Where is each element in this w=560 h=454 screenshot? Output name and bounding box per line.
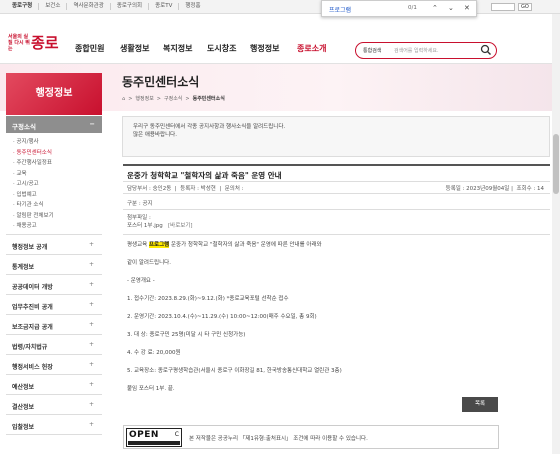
site-search: 통합검색 검색어를 입력하세요. [355,42,497,59]
post-title: 운중가 청학학교 "철학자의 삶과 죽음" 운영 안내 [123,166,550,182]
language-go-button[interactable]: GO [518,3,532,11]
post-attachments: 첨부파일 : 포스터 1부.jpg [바로보기] [123,210,550,235]
expand-icon: + [88,380,94,388]
license-text: 본 저작물은 공공누리 「제1유형:출처표시」 조건에 따라 이용할 수 있습니… [189,436,368,442]
sidebar-nav: 구정소식 − · 공지/행사 · 동주민센터소식 · 주간행사일정표 · 교육 … [6,116,102,435]
utility-link[interactable]: 종로구의회 [111,3,150,10]
site-logo[interactable]: 서울의 실질 다시 뛰는 종로 [8,32,59,53]
breadcrumb-item[interactable]: 구정소식 [164,95,182,102]
sidebar-item[interactable]: 통계정보 + [6,255,102,275]
sidebar-item[interactable]: 법령/자치법규 + [6,335,102,355]
site-header: 서울의 실질 다시 뛰는 종로 종합민원 생활정보 복지정보 도시창조 행정정보… [0,14,560,64]
search-input[interactable]: 검색어를 입력하세요. [394,47,439,54]
submenu-item[interactable]: · 타기관 소식 [13,200,102,211]
nav-item[interactable]: 도시창조 [207,43,250,54]
post-department: 숭인2동 [152,186,172,192]
post-writer: 박성현 [200,186,216,192]
submenu-item[interactable]: · 공지/행사 [13,137,102,148]
find-in-page-bar: 프로그램 0/1 ⌃ ⌄ ✕ [321,0,477,17]
expand-icon: + [88,400,94,408]
expand-icon: + [88,360,94,368]
utility-link[interactable]: 종로구청 [6,3,40,10]
nav-item[interactable]: 종로소개 [297,43,326,54]
post-meta: 담당부서 : 숭인2동 | 등록자 : 박성현 | 문의처 : 등록일 : 20… [123,182,550,194]
nav-item[interactable]: 행정정보 [250,43,297,54]
submenu-item[interactable]: · 알림판 전체보기 [13,211,102,222]
attachment-link[interactable]: 포스터 1부.jpg [127,223,163,229]
scrollbar-thumb[interactable] [553,134,559,194]
find-count: 0/1 [408,5,417,11]
search-icon[interactable] [480,44,492,56]
find-prev-icon[interactable]: ⌃ [432,4,438,12]
post-category: 구분 : 공지 [123,194,550,210]
sidebar-item[interactable]: 예산정보 + [6,375,102,395]
sidebar-title: 행정정보 [6,73,102,115]
expand-icon: + [88,260,94,268]
sidebar-submenu: · 공지/행사 · 동주민센터소식 · 주간행사일정표 · 교육 · 고시/공고… [6,133,102,235]
post-date: 2023년09월04일 [466,186,510,192]
nav-item[interactable]: 생활정보 [120,43,163,54]
home-icon[interactable]: ⌂ [122,96,125,102]
expand-icon: + [88,340,94,348]
find-query[interactable]: 프로그램 [329,5,351,14]
sidebar-item[interactable]: 입찰정보 + [6,415,102,435]
language-dropdown[interactable] [491,3,515,11]
logo-slogan: 서울의 실질 다시 뛰는 [8,33,30,52]
search-category[interactable]: 통합검색 [363,47,381,54]
sidebar-section-header[interactable]: 구정소식 − [6,116,102,133]
intro-box: 우리구 동주민센터에서 각종 공지사항과 행사소식을 알려드립니다. 많은 애용… [122,116,550,157]
main-nav: 종합민원 생활정보 복지정보 도시창조 행정정보 종로소개 [75,43,326,54]
logo-text: 종로 [31,34,59,52]
sidebar-item[interactable]: 행정서비스 헌장 + [6,355,102,375]
expand-icon: + [88,240,94,248]
sidebar-item[interactable]: 공공데이터 개방 + [6,275,102,295]
submenu-item[interactable]: · 고시/공고 [13,179,102,190]
breadcrumb-item[interactable]: 행정정보 [135,95,153,102]
collapse-icon: − [89,120,95,128]
utility-link[interactable]: 보건소 [39,3,68,10]
find-highlight: 프로그램 [149,242,170,248]
sidebar-item[interactable]: 결산정보 + [6,395,102,415]
sidebar-item[interactable]: 업무추진비 공개 + [6,295,102,315]
submenu-item-active[interactable]: · 동주민센터소식 [13,148,102,159]
attachment-view-link[interactable]: [바로보기] [168,223,193,229]
utility-links: 종로구청 보건소 역사문화관광 종로구의회 종로TV 행정홈 [6,3,207,10]
breadcrumb: ⌂ > 행정정보 > 구정소식 > 동주민센터소식 [122,95,225,103]
sidebar-item[interactable]: 보조금지급 공개 + [6,315,102,335]
find-close-icon[interactable]: ✕ [464,4,470,12]
find-next-icon[interactable]: ⌄ [448,4,454,12]
scrollbar[interactable] [552,14,560,454]
expand-icon: + [88,300,94,308]
submenu-item[interactable]: · 입법예고 [13,190,102,201]
utility-link[interactable]: 행정홈 [179,3,206,10]
kogl-license: OPEN C 본 저작물은 공공누리 「제1유형:출처표시」 조건에 따라 이용… [123,425,499,449]
utility-link[interactable]: 역사문화관광 [67,3,111,10]
submenu-item[interactable]: · 교육 [13,169,102,180]
post-view: 운중가 청학학교 "철학자의 삶과 죽음" 운영 안내 담당부서 : 숭인2동 … [123,164,550,399]
expand-icon: + [88,320,94,328]
main-content: 우리구 동주민센터에서 각종 공지사항과 행사소식을 알려드립니다. 많은 애용… [119,116,553,392]
submenu-item[interactable]: · 주간행사일정표 [13,158,102,169]
expand-icon: + [88,420,94,428]
language-select: GO [491,3,532,11]
utility-link[interactable]: 종로TV [149,3,180,10]
sidebar-item[interactable]: 행정정보 공개 + [6,235,102,255]
expand-icon: + [88,280,94,288]
nav-item[interactable]: 복지정보 [163,43,207,54]
kogl-logo: OPEN C [126,428,182,447]
post-views: 14 [537,186,544,192]
page-title: 동주민센터소식 [122,75,200,89]
list-button[interactable]: 목록 [462,397,498,412]
breadcrumb-current: 동주민센터소식 [192,96,225,102]
nav-item[interactable]: 종합민원 [75,43,120,54]
submenu-item[interactable]: · 채용공고 [13,221,102,232]
post-body: 평생교육 프로그램 운중가 청학학교 "철학자의 삶과 죽음" 운영에 따른 안… [127,242,342,392]
